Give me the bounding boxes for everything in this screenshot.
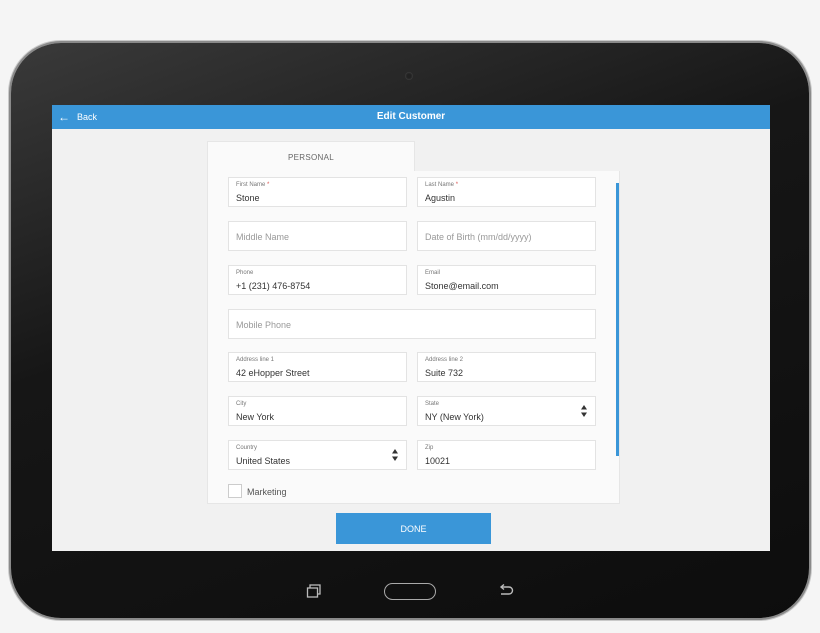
required-marker: * xyxy=(455,182,459,188)
address-line-1-label: Address line 1 xyxy=(236,357,275,363)
arrow-left-icon: ← xyxy=(58,110,70,124)
required-marker: * xyxy=(267,182,270,188)
email-label: Email xyxy=(425,270,441,276)
marketing-label: Marketing xyxy=(247,487,287,497)
middle-name-field[interactable]: Middle Name xyxy=(228,221,407,251)
phone-label: Phone xyxy=(236,270,254,276)
address-line-2-value: Suite 732 xyxy=(425,368,464,378)
back-label: Back xyxy=(77,112,98,122)
tab-personal-label: PERSONAL xyxy=(288,152,334,162)
date-of-birth-field[interactable]: Date of Birth (mm/dd/yyyy) xyxy=(417,221,596,251)
back-button[interactable]: ← Back xyxy=(58,105,97,129)
back-nav-icon[interactable] xyxy=(498,584,514,596)
state-label: State xyxy=(425,401,440,407)
done-button[interactable]: DONE xyxy=(336,513,491,544)
tab-personal[interactable]: PERSONAL xyxy=(207,141,415,172)
top-bar: Edit Customer ← Back xyxy=(52,105,770,129)
address-line-1-field[interactable]: Address line 1 42 eHopper Street xyxy=(228,352,407,382)
state-select[interactable]: State NY (New York) xyxy=(417,396,596,426)
address-line-2-label: Address line 2 xyxy=(425,357,464,363)
marketing-checkbox[interactable] xyxy=(228,484,242,498)
app-screen: Edit Customer ← Back PERSONAL First Name… xyxy=(52,105,770,551)
city-label: City xyxy=(236,401,247,407)
sort-updown-icon xyxy=(581,405,587,417)
middle-name-placeholder: Middle Name xyxy=(236,232,290,242)
last-name-field[interactable]: Last Name * Agustin xyxy=(417,177,596,207)
last-name-value: Agustin xyxy=(425,193,456,203)
first-name-field[interactable]: First Name * Stone xyxy=(228,177,407,207)
first-name-label-text: First Name xyxy=(236,182,266,188)
done-label: DONE xyxy=(400,523,427,534)
city-field[interactable]: City New York xyxy=(228,396,407,426)
zip-value: 10021 xyxy=(425,456,451,466)
first-name-label: First Name * xyxy=(236,182,269,188)
phone-field[interactable]: Phone +1 (231) 476-8754 xyxy=(228,265,407,295)
phone-value: +1 (231) 476-8754 xyxy=(236,281,311,291)
front-camera xyxy=(405,72,413,80)
country-select[interactable]: Country United States xyxy=(228,440,407,470)
zip-field[interactable]: Zip 10021 xyxy=(417,440,596,470)
email-field[interactable]: Email Stone@email.com xyxy=(417,265,596,295)
sort-updown-icon xyxy=(392,449,398,461)
last-name-label-text: Last Name xyxy=(425,182,455,188)
address-line-2-field[interactable]: Address line 2 Suite 732 xyxy=(417,352,596,382)
first-name-value: Stone xyxy=(236,193,260,203)
address-line-1-value: 42 eHopper Street xyxy=(236,368,310,378)
city-value: New York xyxy=(236,412,275,422)
recent-apps-icon[interactable] xyxy=(306,584,322,598)
scrollbar[interactable] xyxy=(616,183,619,456)
zip-label: Zip xyxy=(425,445,434,451)
country-label: Country xyxy=(236,445,258,451)
page-title: Edit Customer xyxy=(376,111,446,122)
last-name-label: Last Name * xyxy=(425,182,458,188)
state-value: NY (New York) xyxy=(425,412,484,422)
email-value: Stone@email.com xyxy=(425,281,499,291)
date-of-birth-placeholder: Date of Birth (mm/dd/yyyy) xyxy=(425,232,532,242)
country-value: United States xyxy=(236,456,291,466)
mobile-phone-placeholder: Mobile Phone xyxy=(236,320,292,330)
home-button[interactable] xyxy=(384,583,436,600)
mobile-phone-field[interactable]: Mobile Phone xyxy=(228,309,596,339)
